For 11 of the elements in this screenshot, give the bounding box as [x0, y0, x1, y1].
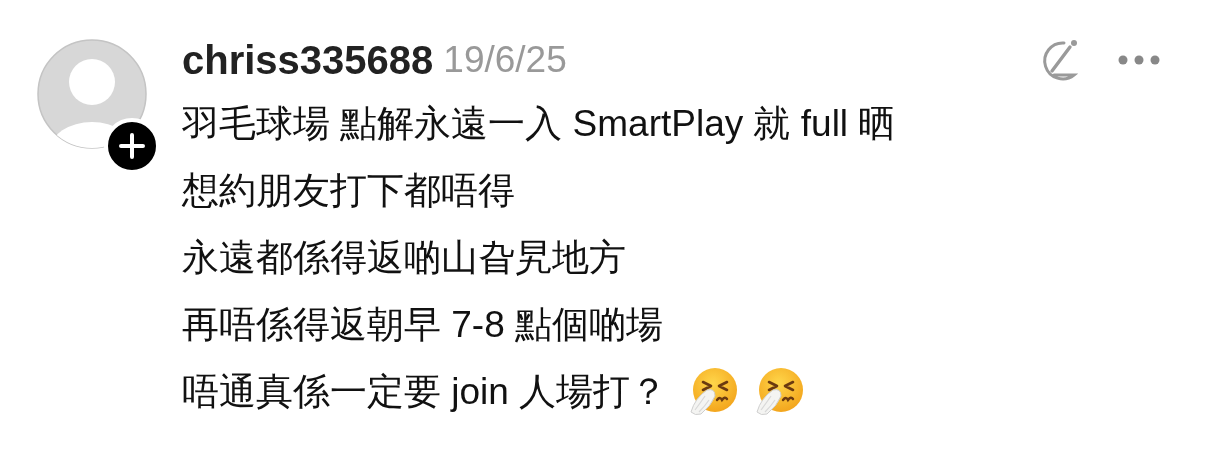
post-text-line: 唔通真係一定要 join 人場打？	[182, 370, 668, 414]
username[interactable]: chriss335688	[182, 37, 434, 83]
sneezing-face-icon	[687, 365, 740, 418]
post-text-line: 永遠都係得返啲山旮旯地方	[182, 236, 626, 280]
post-text-line: 想約朋友打下都唔得	[182, 169, 515, 213]
post-text-line: 再唔係得返朝早 7-8 點個啲場	[182, 303, 664, 347]
post-text-line: 羽毛球場 點解永遠一入 SmartPlay 就 full 晒	[182, 102, 896, 146]
more-icon[interactable]	[1118, 55, 1160, 65]
sneezing-face-icon	[753, 365, 806, 418]
post-date: 19/6/25	[443, 39, 567, 81]
plus-icon	[119, 133, 145, 159]
